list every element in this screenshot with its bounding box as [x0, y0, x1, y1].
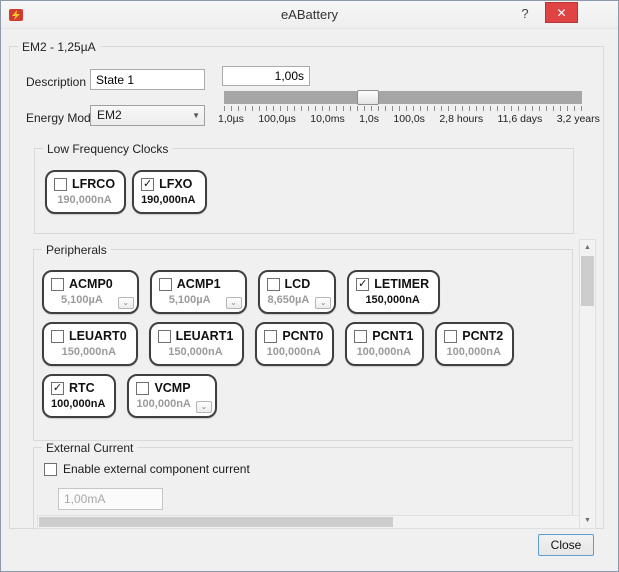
close-window-button[interactable]: ✕	[545, 2, 578, 23]
peripheral-card-lcd[interactable]: LCD 8,650µA ⌄	[258, 270, 337, 314]
description-input[interactable]	[90, 69, 205, 90]
peripheral-current: 5,100µA	[159, 294, 221, 306]
config-icon[interactable]: ⌄	[118, 297, 134, 309]
pcnt2-checkbox[interactable]	[444, 330, 457, 343]
description-label: Description	[26, 75, 86, 89]
vcmp-checkbox[interactable]	[136, 382, 149, 395]
chevron-down-icon: ▼	[192, 106, 200, 125]
slider-label: 1,0s	[359, 113, 379, 125]
scroll-viewport: Peripherals ACMP0 5,100µA ⌄ AC	[10, 239, 579, 529]
clock-current: 190,000nA	[141, 194, 195, 206]
peripheral-card-pcnt0[interactable]: PCNT0 100,000nA	[255, 322, 334, 366]
config-icon[interactable]: ⌄	[226, 297, 242, 309]
peripheral-name: PCNT1	[372, 329, 413, 343]
peripheral-current: 100,000nA	[136, 398, 190, 410]
peripheral-name: VCMP	[154, 381, 190, 395]
leuart0-checkbox[interactable]	[51, 330, 64, 343]
slider-label: 11,6 days	[498, 113, 543, 125]
peripheral-current: 100,000nA	[51, 398, 105, 410]
help-button[interactable]: ?	[514, 4, 536, 24]
peripheral-name: LEUART0	[69, 329, 127, 343]
peripheral-name: ACMP0	[69, 277, 113, 291]
duration-slider[interactable]	[224, 91, 582, 104]
low-frequency-clocks-group: Low Frequency Clocks LFRCO 190,000nA LFX…	[34, 148, 574, 234]
peripheral-name: PCNT2	[462, 329, 503, 343]
slider-label: 100,0s	[393, 113, 425, 125]
eabattery-dialog: eABattery ? ✕ EM2 - 1,25µA Description E…	[0, 0, 619, 572]
slider-label: 2,8 hours	[439, 113, 483, 125]
peripheral-current: 100,000nA	[354, 346, 413, 358]
vertical-scrollbar[interactable]: ▲ ▼	[579, 239, 596, 529]
peripheral-card-pcnt1[interactable]: PCNT1 100,000nA	[345, 322, 424, 366]
slider-labels: 1,0µs 100,0µs 10,0ms 1,0s 100,0s 2,8 hou…	[218, 113, 600, 125]
slider-label: 1,0µs	[218, 113, 244, 125]
clock-card-lfxo[interactable]: LFXO 190,000nA	[132, 170, 206, 214]
pcnt0-checkbox[interactable]	[264, 330, 277, 343]
state-group-title: EM2 - 1,25µA	[18, 40, 100, 54]
duration-input[interactable]	[222, 66, 310, 86]
peripheral-card-acmp0[interactable]: ACMP0 5,100µA ⌄	[42, 270, 139, 314]
clock-name: LFRCO	[72, 177, 115, 191]
acmp1-checkbox[interactable]	[159, 278, 172, 291]
lfc-group-title: Low Frequency Clocks	[43, 142, 172, 156]
peripheral-current: 150,000nA	[51, 346, 127, 358]
clock-current: 190,000nA	[54, 194, 115, 206]
peripheral-current: 8,650µA	[267, 294, 311, 306]
peripherals-group: Peripherals ACMP0 5,100µA ⌄ AC	[33, 249, 573, 441]
peripheral-current: 5,100µA	[51, 294, 113, 306]
rtc-checkbox[interactable]	[51, 382, 64, 395]
leuart1-checkbox[interactable]	[158, 330, 171, 343]
clock-name: LFXO	[159, 177, 192, 191]
lfxo-checkbox[interactable]	[141, 178, 154, 191]
horizontal-scrollbar[interactable]	[37, 515, 579, 529]
peripheral-card-rtc[interactable]: RTC 100,000nA	[42, 374, 116, 418]
peripheral-name: RTC	[69, 381, 95, 395]
slider-label: 10,0ms	[310, 113, 344, 125]
peripheral-name: LEUART1	[176, 329, 234, 343]
peripheral-card-leuart1[interactable]: LEUART1 150,000nA	[149, 322, 245, 366]
clock-card-lfrco[interactable]: LFRCO 190,000nA	[45, 170, 126, 214]
external-current-input[interactable]	[58, 488, 163, 510]
peripheral-current: 150,000nA	[158, 346, 234, 358]
peripheral-card-vcmp[interactable]: VCMP 100,000nA ⌄	[127, 374, 216, 418]
close-button[interactable]: Close	[538, 534, 594, 556]
pcnt1-checkbox[interactable]	[354, 330, 367, 343]
peripheral-card-leuart0[interactable]: LEUART0 150,000nA	[42, 322, 138, 366]
peripheral-card-letimer[interactable]: LETIMER 150,000nA	[347, 270, 440, 314]
slider-label: 3,2 years	[557, 113, 600, 125]
peripheral-current: 100,000nA	[444, 346, 503, 358]
slider-thumb[interactable]	[357, 90, 379, 105]
lfrco-checkbox[interactable]	[54, 178, 67, 191]
peripheral-card-acmp1[interactable]: ACMP1 5,100µA ⌄	[150, 270, 247, 314]
config-icon[interactable]: ⌄	[315, 297, 331, 309]
scroll-up-icon[interactable]: ▲	[580, 240, 595, 255]
scroll-down-icon[interactable]: ▼	[580, 513, 595, 528]
peripheral-name: LETIMER	[374, 277, 429, 291]
peripheral-current: 100,000nA	[264, 346, 323, 358]
peripheral-name: LCD	[285, 277, 311, 291]
config-icon[interactable]: ⌄	[196, 401, 212, 413]
energy-mode-select[interactable]: EM2 ▼	[90, 105, 205, 126]
peripheral-current: 150,000nA	[356, 294, 429, 306]
close-icon: ✕	[556, 6, 566, 20]
app-icon	[9, 8, 23, 22]
peripheral-name: ACMP1	[177, 277, 221, 291]
lcd-checkbox[interactable]	[267, 278, 280, 291]
external-current-checkbox-label: Enable external component current	[63, 462, 250, 476]
vertical-scrollbar-thumb[interactable]	[581, 256, 594, 306]
peripherals-group-title: Peripherals	[42, 243, 111, 257]
letimer-checkbox[interactable]	[356, 278, 369, 291]
slider-label: 100,0µs	[258, 113, 296, 125]
peripheral-card-pcnt2[interactable]: PCNT2 100,000nA	[435, 322, 514, 366]
external-current-checkbox[interactable]	[44, 463, 57, 476]
energy-mode-label: Energy Mode	[26, 111, 97, 125]
acmp0-checkbox[interactable]	[51, 278, 64, 291]
title-bar[interactable]: eABattery ? ✕	[1, 1, 618, 29]
external-current-title: External Current	[42, 441, 137, 455]
slider-tick-marks	[224, 106, 584, 111]
peripheral-name: PCNT0	[282, 329, 323, 343]
energy-mode-value: EM2	[97, 108, 122, 122]
horizontal-scrollbar-thumb[interactable]	[39, 517, 393, 527]
